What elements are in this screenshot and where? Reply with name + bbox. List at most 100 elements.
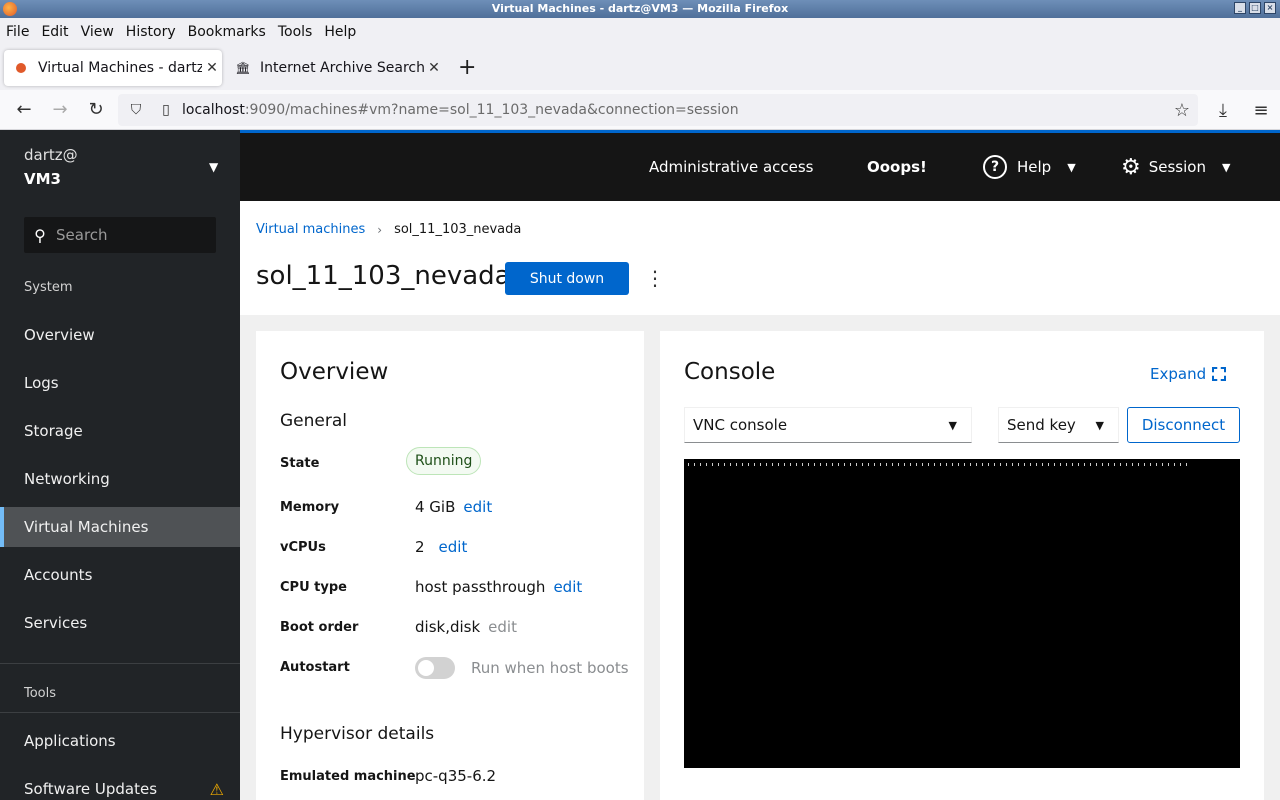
sidebar-item-virtual-machines[interactable]: Virtual Machines (0, 507, 240, 547)
hamburger-menu-icon[interactable]: ≡ (1242, 100, 1280, 121)
overview-card: Overview General State Running Memory 4 … (256, 331, 644, 800)
vcpus-value: 2 edit (415, 538, 467, 556)
warning-icon: ⚠ (209, 779, 224, 799)
navigation-bar: ← → ↻ ⛉ ▯ localhost:9090/machines#vm?nam… (0, 90, 1280, 130)
chevron-down-icon: ▼ (1221, 160, 1231, 174)
boot-order-label: Boot order (280, 620, 359, 635)
archive-favicon-icon: 🏛 (235, 61, 251, 75)
chevron-down-icon: ▼ (1067, 160, 1076, 174)
sidebar-search: ⚲ (24, 217, 216, 253)
help-label: Help (1017, 158, 1052, 176)
bookmark-star-icon[interactable]: ☆ (1174, 100, 1190, 121)
console-type-select[interactable]: VNC console ▼ (684, 407, 972, 443)
general-heading: General (280, 411, 347, 431)
shield-icon[interactable]: ⛉ (124, 102, 148, 118)
masthead: Administrative access Ooops! ? Help ▼ ⚙ … (240, 130, 1280, 201)
breadcrumb-virtual-machines-link[interactable]: Virtual machines (256, 222, 365, 237)
oops-button[interactable]: Ooops! (867, 133, 927, 201)
breadcrumb-current: sol_11_103_nevada (394, 222, 522, 237)
autostart-toggle[interactable] (415, 657, 455, 679)
boot-order-edit-link: edit (488, 618, 517, 636)
autostart-text: Run when host boots (471, 659, 629, 677)
shut-down-button[interactable]: Shut down (505, 262, 629, 295)
disconnect-button[interactable]: Disconnect (1127, 407, 1240, 443)
cpu-type-text: host passthrough (415, 578, 546, 596)
cpu-type-edit-link[interactable]: edit (553, 578, 582, 596)
sidebar-item-accounts[interactable]: Accounts (0, 555, 240, 595)
tab-virtual-machines[interactable]: Virtual Machines - dartz@ ✕ (4, 50, 222, 86)
help-menu-button[interactable]: ? Help ▼ (983, 133, 1076, 201)
menu-tools[interactable]: Tools (272, 24, 319, 40)
window-controls: _ □ × (1234, 2, 1276, 14)
sidebar-item-overview[interactable]: Overview (0, 315, 240, 355)
menu-edit[interactable]: Edit (35, 24, 74, 40)
search-input[interactable] (56, 226, 206, 244)
console-type-value: VNC console (693, 416, 788, 434)
chevron-right-icon: › (377, 222, 383, 237)
menu-bookmarks[interactable]: Bookmarks (182, 24, 272, 40)
gear-icon: ⚙ (1121, 154, 1141, 180)
memory-amount: 4 GiB (415, 498, 456, 516)
emulated-machine-value: pc-q35-6.2 (415, 767, 497, 785)
menu-view[interactable]: View (75, 24, 120, 40)
menu-history[interactable]: History (120, 24, 182, 40)
tab-close-icon[interactable]: ✕ (202, 60, 222, 76)
sidebar-item-logs[interactable]: Logs (0, 363, 240, 403)
sidebar-item-storage[interactable]: Storage (0, 411, 240, 451)
tab-close-icon[interactable]: ✕ (424, 60, 444, 76)
help-icon: ? (983, 155, 1007, 179)
autostart-label: Autostart (280, 660, 350, 675)
vnc-console-screen[interactable] (684, 459, 1240, 768)
url-bar[interactable]: ⛉ ▯ localhost:9090/machines#vm?name=sol_… (118, 94, 1198, 126)
host-switcher-caret-icon[interactable]: ▼ (209, 160, 218, 174)
reload-icon[interactable]: ↻ (78, 99, 114, 120)
main-content: Virtual machines › sol_11_103_nevada sol… (240, 201, 1280, 800)
send-key-select[interactable]: Send key ▼ (998, 407, 1119, 443)
chevron-down-icon: ▼ (948, 418, 957, 432)
host-name[interactable]: VM3 (24, 170, 61, 188)
status-badge: Running (406, 447, 482, 475)
url-path: :9090/machines#vm?name=sol_11_103_nevada… (244, 102, 739, 118)
cpu-type-value: host passthrough edit (415, 578, 582, 596)
tab-internet-archive[interactable]: 🏛 Internet Archive Search: ✕ (226, 50, 444, 86)
minimize-icon[interactable]: _ (1234, 2, 1246, 14)
window-title: Virtual Machines - dartz@VM3 — Mozilla F… (491, 2, 789, 15)
kebab-menu-icon[interactable]: ⋮ (645, 265, 665, 291)
administrative-access-button[interactable]: Administrative access (649, 133, 814, 201)
toolbar-right: ⤓ ≡ (1204, 90, 1280, 130)
sidebar-item-software-updates[interactable]: Software Updates ⚠ (0, 769, 240, 800)
maximize-icon[interactable]: □ (1249, 2, 1261, 14)
sidebar-item-applications[interactable]: Applications (0, 721, 240, 761)
expand-label: Expand (1150, 365, 1207, 383)
expand-button[interactable]: Expand (1150, 365, 1227, 383)
firefox-icon (3, 2, 17, 16)
emulated-machine-label: Emulated machine (280, 769, 416, 784)
back-icon[interactable]: ← (6, 99, 42, 120)
menu-file[interactable]: File (0, 24, 35, 40)
menu-help[interactable]: Help (318, 24, 362, 40)
page-header: Virtual machines › sol_11_103_nevada sol… (240, 201, 1280, 315)
sidebar-item-label: Software Updates (24, 780, 158, 798)
sidebar-item-networking[interactable]: Networking (0, 459, 240, 499)
session-menu-button[interactable]: ⚙ Session ▼ (1121, 133, 1230, 201)
forward-icon[interactable]: → (42, 99, 78, 120)
overview-title: Overview (280, 359, 389, 385)
hypervisor-heading: Hypervisor details (280, 724, 435, 744)
sidebar-item-services[interactable]: Services (0, 603, 240, 643)
memory-edit-link[interactable]: edit (463, 498, 492, 516)
tab-label: Virtual Machines - dartz@ (38, 60, 202, 76)
menu-bar: File Edit View History Bookmarks Tools H… (0, 18, 1280, 46)
section-tools: Tools (24, 686, 57, 701)
download-icon[interactable]: ⤓ (1204, 100, 1242, 121)
close-icon[interactable]: × (1264, 2, 1276, 14)
console-title: Console (684, 359, 776, 385)
cpu-type-label: CPU type (280, 580, 347, 595)
cockpit-favicon-icon (14, 61, 28, 75)
vcpus-edit-link[interactable]: edit (439, 538, 468, 556)
expand-icon (1212, 367, 1227, 381)
new-tab-icon[interactable]: + (458, 57, 476, 79)
host-user[interactable]: dartz@ (24, 146, 78, 164)
tab-label: Internet Archive Search: (260, 60, 424, 76)
memory-value: 4 GiB edit (415, 498, 492, 516)
breadcrumb: Virtual machines › sol_11_103_nevada (256, 222, 521, 237)
